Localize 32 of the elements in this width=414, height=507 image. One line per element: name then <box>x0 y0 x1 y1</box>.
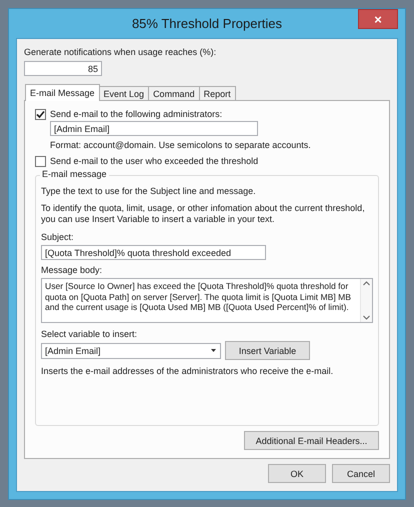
subject-field[interactable]: [Quota Threshold]% quota threshold exceeded <box>41 245 266 260</box>
additional-headers-button[interactable]: Additional E-mail Headers... <box>244 431 379 450</box>
format-hint: Format: account@domain. Use semicolons to separate accounts. <box>50 140 312 151</box>
tab[interactable]: E-mail Message <box>25 84 100 101</box>
check-icon <box>36 110 45 119</box>
dropdown-arrow-icon <box>211 349 216 352</box>
insert-variable-button[interactable]: Insert Variable <box>225 341 310 360</box>
checkbox[interactable] <box>35 156 46 167</box>
message-body-field[interactable]: User [Source Io Owner] has exceed the [Quota Threshold]% quota threshold for quota on [Quota Path] on server [Server]. The quota limit is [Quota Limit MB] MB and the current usage is [Quota Used MB] MB ([Quota Used Percent]% of limit). <box>41 278 373 323</box>
scroll-up-icon <box>363 281 370 286</box>
scroll-down-icon <box>363 315 370 320</box>
help-text: To identify the quota, limit, usage, or other infomation about the current threshold, you can use Insert Variable to insert a variable in your text. <box>41 203 366 225</box>
checkbox-label: Send e-mail to the following administrators: <box>50 109 222 120</box>
threshold-field[interactable]: 85 <box>24 61 102 76</box>
tab[interactable]: Event Log <box>98 86 150 101</box>
close-button[interactable]: × <box>358 9 398 29</box>
checkbox-label: Send e-mail to the user who exceeded the threshold <box>50 156 258 167</box>
group-legend: E-mail message <box>40 169 109 179</box>
instruction-text: Type the text to use for the Subject line and message. <box>41 186 257 197</box>
variable-label: Select variable to insert: <box>41 329 138 340</box>
admin-email-field[interactable]: [Admin Email] <box>50 121 258 136</box>
tab[interactable]: Report <box>198 86 236 101</box>
message-body-label: Message body: <box>41 265 104 276</box>
field-label: Generate notifications when usage reaches (%): <box>24 47 218 58</box>
scrollbar[interactable] <box>360 279 372 322</box>
dialog-button[interactable]: OK <box>268 464 326 483</box>
variable-help-text: Inserts the e-mail addresses of the administrators who receive the e-mail. <box>41 366 334 377</box>
checkbox[interactable] <box>35 109 46 120</box>
dialog-button[interactable]: Cancel <box>332 464 390 483</box>
window-title: 85% Threshold Properties <box>132 16 282 31</box>
variable-dropdown[interactable]: [Admin Email] <box>41 342 221 358</box>
subject-label: Subject: <box>41 232 75 243</box>
